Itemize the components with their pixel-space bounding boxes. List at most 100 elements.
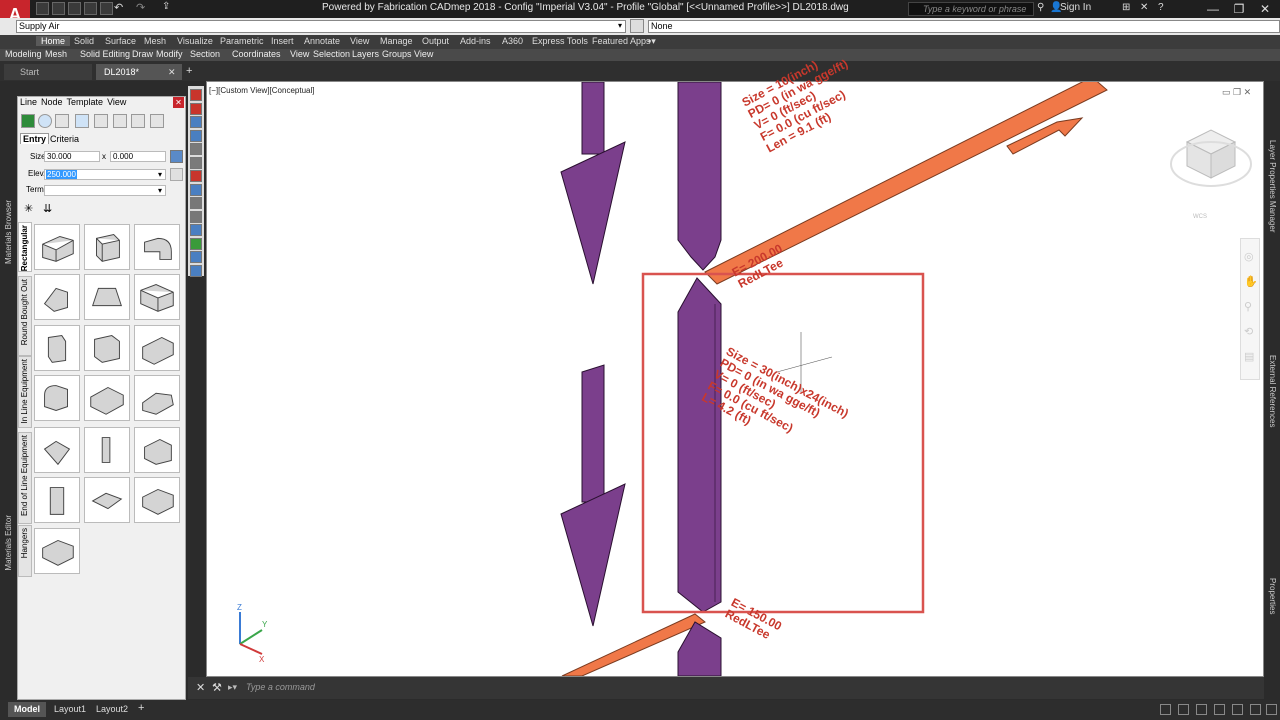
add-tab-icon[interactable]: + (186, 65, 192, 77)
fabrication-tool-icon[interactable] (190, 224, 202, 236)
chevron-down-icon[interactable]: ▾ (158, 186, 162, 195)
color-dropdown[interactable]: None (648, 20, 1280, 33)
fitting-item[interactable] (34, 224, 80, 270)
fitting-item[interactable] (34, 528, 80, 574)
layout-tab-layout1[interactable]: Layout1 (48, 702, 92, 717)
fabrication-tool-icon[interactable] (190, 129, 202, 142)
fitting-item[interactable] (84, 375, 130, 421)
save-as-icon[interactable] (84, 2, 97, 15)
fitting-item[interactable] (34, 477, 80, 523)
command-input[interactable]: Type a command (226, 682, 1256, 695)
fitting-item[interactable] (84, 477, 130, 523)
close-tab-icon[interactable]: ✕ (168, 67, 176, 78)
help-icon[interactable]: ? (1158, 2, 1164, 13)
fabrication-tool-icon[interactable] (190, 183, 202, 196)
add-layout-icon[interactable]: + (138, 702, 144, 714)
fitting-item[interactable] (84, 427, 130, 473)
fabrication-tool-icon[interactable] (190, 197, 202, 209)
status-toggle-icon[interactable] (1178, 704, 1189, 715)
zoom-icon[interactable]: ⚲ (1244, 300, 1252, 313)
fitting-item[interactable] (134, 427, 180, 473)
fabrication-tool-icon[interactable] (190, 156, 202, 169)
category-tab-round-bought-out[interactable]: Round Bought Out (18, 276, 32, 356)
fabrication-tool-icon[interactable] (190, 264, 202, 277)
palette-menu-line[interactable]: Line (20, 97, 37, 107)
tab-output[interactable]: Output (422, 36, 449, 46)
wrench-icon[interactable]: ⚒ (212, 681, 222, 694)
snap-icon[interactable]: ✳ (24, 202, 33, 215)
panel-coordinates-6[interactable]: Coordinates (232, 49, 281, 59)
tab-a360[interactable]: A360 (502, 36, 523, 46)
share-icon[interactable]: ⇪ (162, 1, 170, 12)
tab-mesh[interactable]: Mesh (144, 36, 166, 46)
connector-tool-icon[interactable] (131, 114, 145, 128)
tab-express-tools[interactable]: Express Tools (532, 36, 588, 46)
panel-groups-10[interactable]: Groups (382, 49, 412, 59)
tee-tool-icon[interactable] (75, 114, 89, 128)
status-toggle-icon[interactable] (1214, 704, 1225, 715)
materials-browser-label[interactable]: Materials Browser (4, 200, 13, 264)
materials-editor-label[interactable]: Materials Editor (4, 515, 13, 571)
size-lookup-icon[interactable] (170, 150, 183, 163)
tab-insert[interactable]: Insert (271, 36, 294, 46)
category-tab-rectangular[interactable]: Rectangular (18, 222, 32, 272)
panel-view-7[interactable]: View (290, 49, 309, 59)
palette-menu-node[interactable]: Node (41, 97, 63, 107)
fitting-item[interactable] (84, 274, 130, 320)
orbit-icon[interactable]: ⟲ (1244, 325, 1253, 338)
maximize-button[interactable]: ❐ (1226, 1, 1252, 17)
showmotion-icon[interactable]: ▤ (1244, 350, 1254, 363)
fabrication-icon[interactable] (21, 114, 35, 128)
main-duct-upper[interactable] (677, 82, 722, 271)
palette-menu-view[interactable]: View (107, 97, 126, 107)
status-toggle-icon[interactable] (1160, 704, 1171, 715)
fitting-item[interactable] (134, 477, 180, 523)
fitting-item[interactable] (34, 375, 80, 421)
status-toggle-icon[interactable] (1196, 704, 1207, 715)
close-icon[interactable]: ✕ (196, 681, 205, 694)
status-toggle-icon[interactable] (1266, 704, 1277, 715)
tab-criteria[interactable]: Criteria (50, 134, 79, 144)
category-tab-hangers[interactable]: Hangers (18, 525, 32, 577)
tab-manage[interactable]: Manage (380, 36, 413, 46)
fabrication-tool-icon[interactable] (190, 143, 202, 155)
save-icon[interactable] (68, 2, 81, 15)
size-width-field[interactable]: 30.000 (44, 151, 100, 162)
panel-selection-8[interactable]: Selection (313, 49, 350, 59)
fitting-item[interactable] (134, 375, 180, 421)
chevron-down-icon[interactable]: ▾ (618, 21, 622, 30)
category-tab-end-of-line-equipment[interactable]: End of Line Equipment (18, 432, 32, 524)
ribbon-options-icon[interactable]: ▪▾ (648, 36, 656, 47)
elbow-tool-icon[interactable] (55, 114, 69, 128)
fitting-item[interactable] (84, 224, 130, 270)
search-icon[interactable]: ⚲ (1037, 2, 1044, 13)
fabrication-tool-icon[interactable] (190, 210, 202, 223)
tab-home[interactable]: Home (36, 36, 71, 46)
transition-tool-icon[interactable] (113, 114, 127, 128)
purple-duct-upper[interactable] (581, 82, 605, 155)
panel-view-11[interactable]: View (414, 49, 433, 59)
tab-entry[interactable]: Entry (20, 133, 50, 144)
size-height-field[interactable]: 0.000 (110, 151, 166, 162)
close-icon[interactable]: ✕ (173, 97, 184, 108)
tab-start[interactable]: Start (4, 64, 92, 80)
wcs-label[interactable]: WCS (1193, 214, 1207, 220)
redo-icon[interactable]: ↷ (136, 1, 145, 14)
viewcube[interactable] (1170, 129, 1252, 187)
search-input[interactable]: Type a keyword or phrase (908, 2, 1034, 16)
fitting-item[interactable] (134, 274, 180, 320)
panel-modify-4[interactable]: Modify (156, 49, 183, 59)
sign-in-button[interactable]: Sign In (1060, 2, 1091, 13)
category-tab-in-line-equipment[interactable]: In Line Equipment (18, 356, 32, 428)
fabrication-tool-icon[interactable] (190, 89, 202, 101)
purple-duct-lower[interactable] (581, 364, 605, 503)
layer-swatch-icon[interactable] (630, 19, 644, 33)
tab-visualize[interactable]: Visualize (177, 36, 213, 46)
print-icon[interactable] (100, 2, 113, 15)
arrange-icon[interactable]: ⇊ (43, 202, 52, 215)
pan-icon[interactable]: ✋ (1244, 275, 1258, 288)
fitting-item[interactable] (134, 224, 180, 270)
fitting-item[interactable] (84, 325, 130, 371)
elev-lookup-icon[interactable] (170, 168, 183, 181)
circle-tool-icon[interactable] (38, 114, 52, 128)
